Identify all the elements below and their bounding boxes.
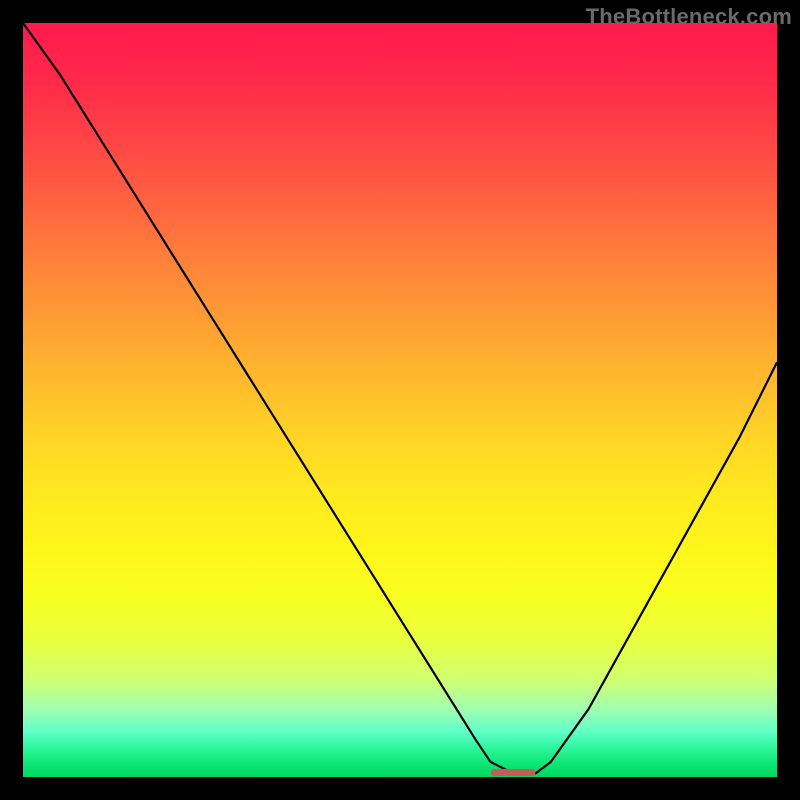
watermark-text: TheBottleneck.com [586,4,792,30]
plot-area [23,23,777,777]
curve-layer [23,23,777,773]
bottleneck-curve [23,23,777,773]
chart-svg [23,23,777,777]
